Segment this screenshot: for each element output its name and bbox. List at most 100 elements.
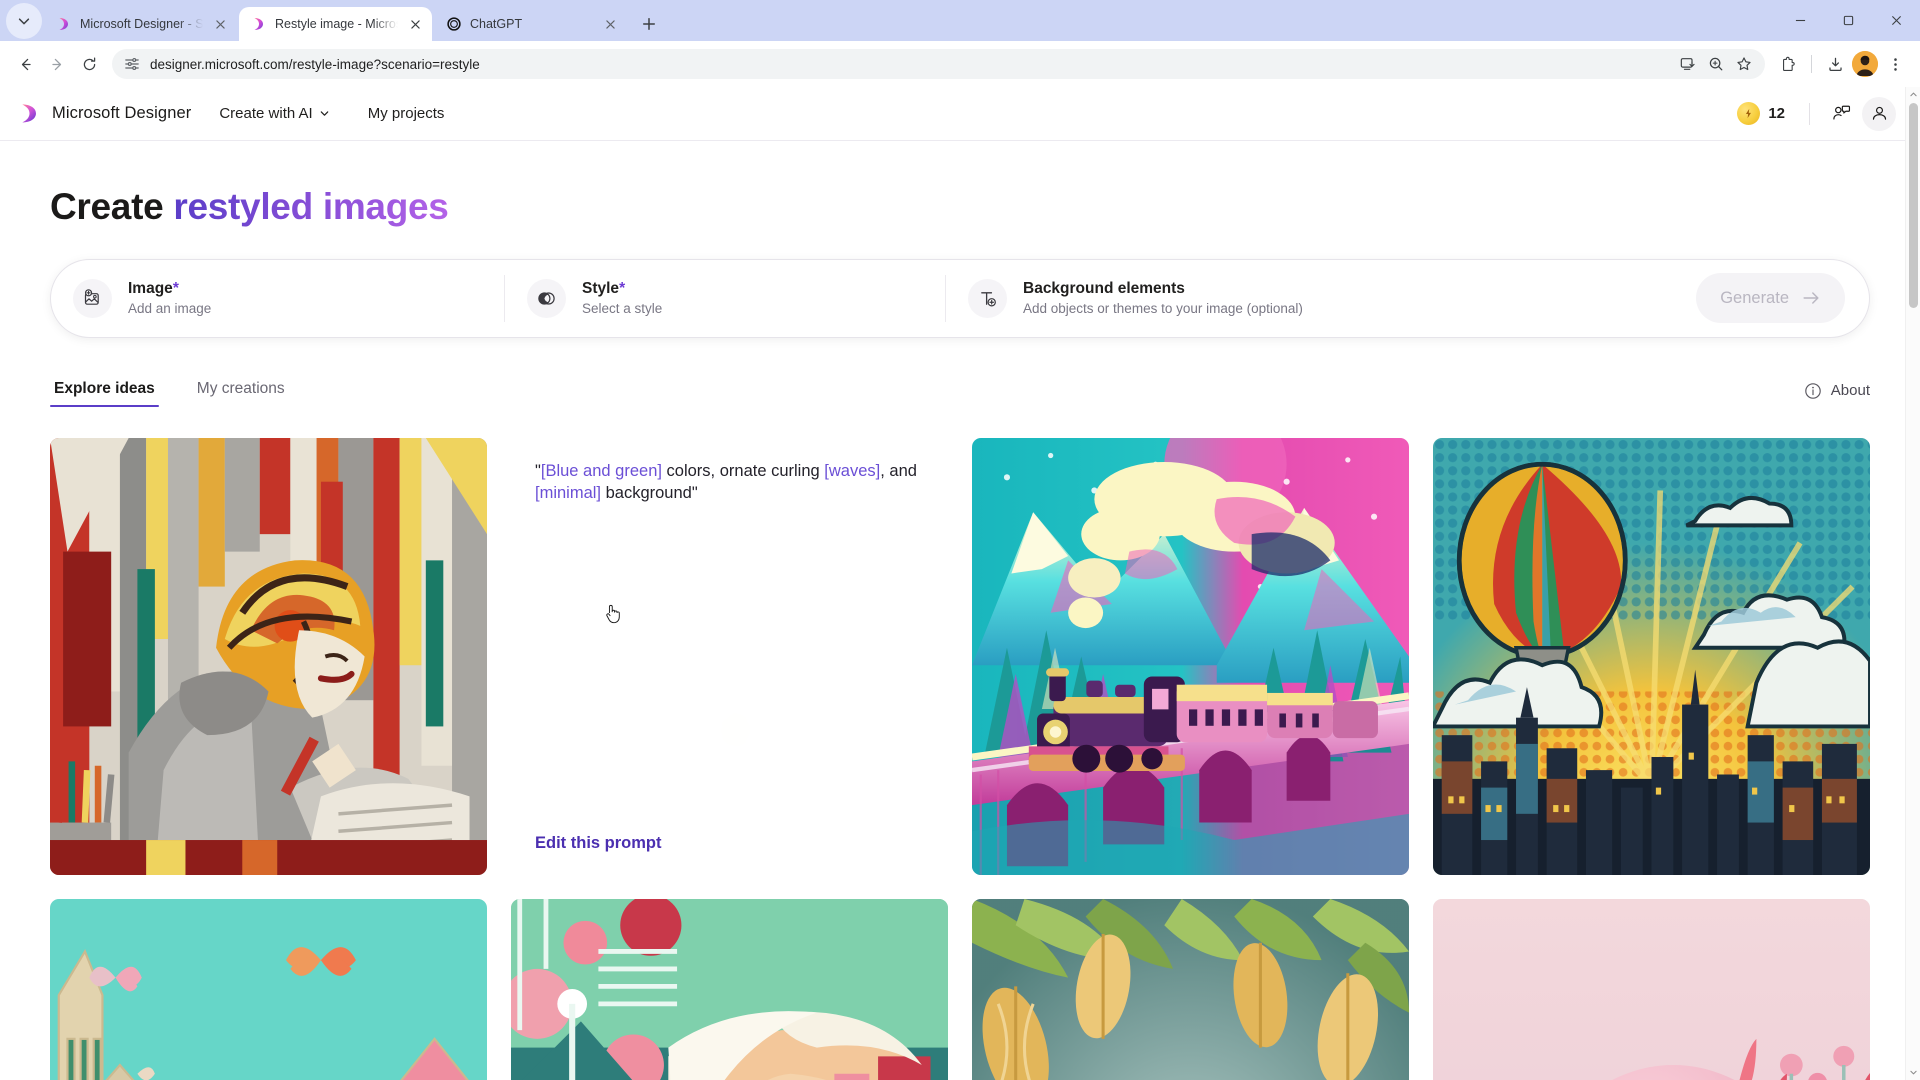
toolbar-right-actions bbox=[1773, 49, 1910, 79]
page-content: Create restyled images Image* Add an ima… bbox=[0, 141, 1920, 1080]
designer-icon bbox=[59, 18, 68, 30]
bookmark-star-icon[interactable] bbox=[1731, 51, 1757, 77]
gallery-card-papercraft-classical-bust[interactable] bbox=[972, 898, 1409, 1080]
install-app-icon[interactable] bbox=[1675, 51, 1701, 77]
browser-window: Microsoft Designer - Stunning d Restyle … bbox=[0, 0, 1920, 1080]
window-controls bbox=[1776, 0, 1920, 41]
minimize-icon[interactable] bbox=[1776, 0, 1824, 41]
credits-badge[interactable]: 12 bbox=[1733, 99, 1795, 128]
browser-tab-strip: Microsoft Designer - Stunning d Restyle … bbox=[0, 0, 1920, 41]
page-scrollbar[interactable] bbox=[1905, 87, 1920, 1080]
composer-slot-text: Background elements Add objects or theme… bbox=[1023, 280, 1303, 316]
nav-my-projects[interactable]: My projects bbox=[358, 99, 455, 128]
zoom-icon[interactable] bbox=[1703, 51, 1729, 77]
scrollbar-thumb[interactable] bbox=[1909, 103, 1918, 308]
page-viewport: Microsoft Designer Create with AI My pro… bbox=[0, 87, 1920, 1080]
composer-slot-title-text: Image bbox=[128, 280, 173, 298]
new-tab-plus-icon[interactable] bbox=[635, 10, 663, 38]
chatgpt-icon bbox=[447, 17, 461, 31]
info-circle-icon bbox=[1805, 382, 1821, 399]
browser-tab[interactable]: Restyle image - Microsoft Desig bbox=[239, 7, 432, 41]
nav-create-with-ai[interactable]: Create with AI bbox=[209, 99, 339, 128]
pop-art-hot-air-balloon bbox=[1433, 437, 1870, 875]
prompt-part: colors, ornate curling bbox=[661, 461, 825, 480]
art-deco-woman-writing bbox=[50, 437, 487, 875]
address-bar-actions bbox=[1675, 51, 1757, 77]
gallery-card-synthwave-steam-train[interactable] bbox=[972, 437, 1409, 875]
prompt-card-body: "[Blue and green] colors, ornate curling… bbox=[511, 438, 948, 875]
chrome-menu-icon[interactable] bbox=[1880, 49, 1910, 79]
feedback-person-icon[interactable] bbox=[1824, 97, 1858, 131]
gallery-card-flat-vector-portrait[interactable] bbox=[511, 898, 948, 1080]
composer-slot-text: Style* Select a style bbox=[582, 280, 662, 316]
composer-slot-background-elements[interactable]: Background elements Add objects or theme… bbox=[946, 260, 1859, 337]
gallery-card-art-deco-woman-writing[interactable] bbox=[50, 437, 487, 875]
prompt-part: background" bbox=[601, 483, 698, 502]
header-divider bbox=[1809, 102, 1810, 125]
edit-this-prompt-link[interactable]: Edit this prompt bbox=[535, 834, 924, 853]
composer-slot-image[interactable]: Image* Add an image bbox=[73, 260, 504, 337]
gallery-card-papercraft-woman-hijab[interactable] bbox=[50, 898, 487, 1080]
address-bar[interactable]: designer.microsoft.com/restyle-image?sce… bbox=[112, 49, 1765, 79]
scroll-up-arrow-icon[interactable] bbox=[1906, 87, 1920, 102]
tab-explore-ideas[interactable]: Explore ideas bbox=[50, 380, 159, 408]
browser-tab[interactable]: Microsoft Designer - Stunning d bbox=[44, 7, 237, 41]
composer-slot-subtitle: Add an image bbox=[128, 301, 212, 317]
prompt-placeholder: [minimal] bbox=[535, 483, 602, 502]
flat-vector-portrait bbox=[511, 898, 948, 1080]
maximize-icon[interactable] bbox=[1824, 0, 1872, 41]
composer-slot-title-text: Background elements bbox=[1023, 280, 1185, 298]
add-text-icon bbox=[968, 278, 1007, 318]
page-title-highlight: restyled images bbox=[173, 186, 449, 227]
reload-icon[interactable] bbox=[74, 49, 104, 79]
chevron-down-icon bbox=[320, 111, 329, 116]
generate-button-label: Generate bbox=[1720, 288, 1789, 307]
back-arrow-left-icon[interactable] bbox=[10, 49, 40, 79]
close-icon[interactable] bbox=[406, 15, 424, 33]
nav-my-projects-label: My projects bbox=[367, 105, 445, 122]
tab-explore-ideas-label: Explore ideas bbox=[54, 380, 155, 398]
content-tabs: Explore ideas My creations About bbox=[50, 376, 1870, 412]
about-link[interactable]: About bbox=[1804, 382, 1870, 406]
nav-create-with-ai-label: Create with AI bbox=[219, 105, 313, 122]
composer-slot-title: Image* bbox=[128, 280, 211, 298]
composer-slot-title: Style* bbox=[582, 280, 662, 298]
forward-arrow-right-icon[interactable] bbox=[42, 49, 72, 79]
app-header: Microsoft Designer Create with AI My pro… bbox=[0, 87, 1920, 141]
tab-my-creations[interactable]: My creations bbox=[193, 380, 289, 407]
profile-avatar[interactable] bbox=[1852, 51, 1878, 77]
tab-my-creations-label: My creations bbox=[196, 380, 285, 398]
account-person-icon[interactable] bbox=[1862, 96, 1896, 131]
gallery-card-prompt[interactable]: "[Blue and green] colors, ornate curling… bbox=[511, 437, 948, 875]
page-settings-icon[interactable] bbox=[124, 56, 140, 72]
composer-slot-subtitle: Add objects or themes to your image (opt… bbox=[1023, 301, 1303, 317]
close-icon[interactable] bbox=[1872, 0, 1920, 41]
close-icon[interactable] bbox=[211, 15, 229, 33]
composer-slot-style[interactable]: Style* Select a style bbox=[505, 260, 945, 337]
prompt-part: , and bbox=[880, 461, 917, 480]
prompt-text: "[Blue and green] colors, ornate curling… bbox=[535, 460, 924, 505]
scroll-down-arrow-icon[interactable] bbox=[1906, 1065, 1920, 1080]
brand-name: Microsoft Designer bbox=[52, 104, 192, 122]
tab-search-chevron-down-icon[interactable] bbox=[6, 3, 42, 39]
composer-bar: Image* Add an image Style* Select a styl… bbox=[50, 258, 1870, 338]
browser-toolbar: designer.microsoft.com/restyle-image?sce… bbox=[0, 41, 1920, 87]
papercraft-woman-hijab bbox=[50, 898, 487, 1080]
add-image-icon bbox=[73, 278, 112, 318]
credits-count: 12 bbox=[1768, 105, 1785, 122]
extensions-puzzle-icon[interactable] bbox=[1773, 49, 1803, 79]
generate-button[interactable]: Generate bbox=[1696, 273, 1845, 324]
composer-slot-subtitle: Select a style bbox=[582, 301, 663, 317]
lightning-bolt-icon bbox=[1737, 102, 1761, 125]
brand[interactable]: Microsoft Designer bbox=[18, 102, 191, 125]
gallery-card-pop-art-hot-air-balloon[interactable] bbox=[1433, 437, 1870, 875]
page-title: Create restyled images bbox=[50, 141, 1870, 228]
close-icon[interactable] bbox=[601, 15, 619, 33]
composer-slot-text: Image* Add an image bbox=[128, 280, 211, 316]
synthwave-steam-train bbox=[972, 437, 1409, 875]
about-label: About bbox=[1830, 382, 1870, 400]
downloads-icon[interactable] bbox=[1820, 49, 1850, 79]
gallery-card-pastel-3d-landscape[interactable] bbox=[1433, 898, 1870, 1080]
browser-tab[interactable]: ChatGPT bbox=[434, 7, 627, 41]
tab-title: ChatGPT bbox=[470, 17, 523, 31]
